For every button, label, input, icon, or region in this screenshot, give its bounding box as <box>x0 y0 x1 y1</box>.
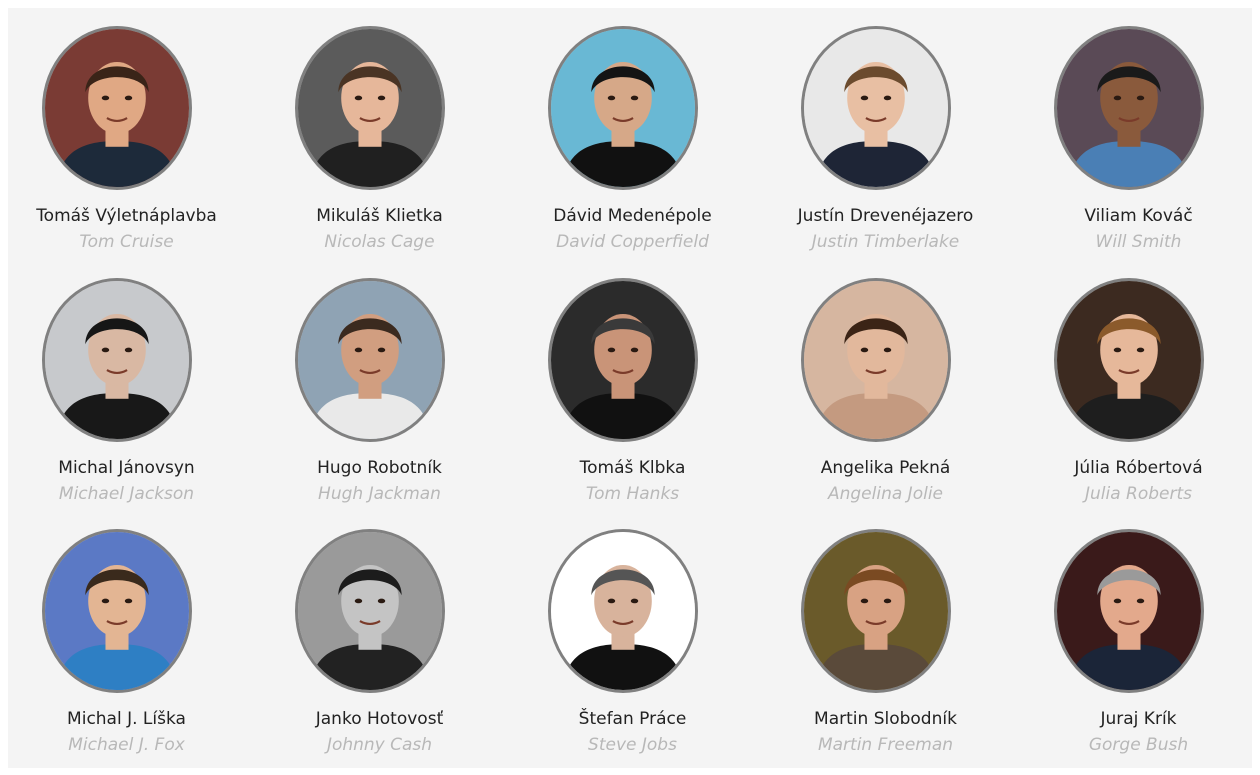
avatar[interactable] <box>548 277 698 442</box>
avatar[interactable] <box>42 277 192 442</box>
person-name: Justín Drevenéjazero <box>797 206 974 226</box>
original-name: Michael J. Fox <box>68 735 185 755</box>
original-name: Martin Freeman <box>817 735 954 755</box>
person-name: Angelika Pekná <box>820 457 951 478</box>
person-card[interactable]: Mikuláš Klietka Nicolas Cage <box>261 8 514 260</box>
avatar[interactable] <box>548 26 698 190</box>
person-name: Tomáš Výletnáplavba <box>36 206 217 226</box>
portrait-icon <box>804 280 948 439</box>
portrait-icon <box>298 280 442 439</box>
original-name: Will Smith <box>1095 232 1182 252</box>
original-name: Nicolas Cage <box>324 232 435 252</box>
original-name: David Copperfield <box>556 232 709 252</box>
person-card[interactable]: Hugo Robotník Hugh Jackman <box>261 260 514 512</box>
person-name: Janko Hotovosť <box>315 709 444 729</box>
person-name: Štefan Práce <box>578 709 687 729</box>
portrait-icon <box>804 532 948 690</box>
original-name: Tom Cruise <box>79 232 174 252</box>
person-card[interactable]: Janko Hotovosť Johnny Cash <box>261 511 514 763</box>
avatar[interactable] <box>42 529 192 693</box>
person-name: Michal J. Líška <box>67 709 186 729</box>
avatar[interactable] <box>295 529 445 693</box>
portrait-icon <box>551 29 695 187</box>
original-name: Johnny Cash <box>326 735 433 755</box>
portrait-icon <box>1057 280 1201 439</box>
portrait-icon <box>1057 532 1201 690</box>
person-card[interactable]: Dávid Medenépole David Copperfield <box>514 8 767 260</box>
original-name: Michael Jackson <box>58 483 195 504</box>
person-name: Viliam Kováč <box>1084 206 1193 226</box>
portrait-icon <box>298 532 442 690</box>
original-name: Justin Timberlake <box>811 232 960 252</box>
avatar[interactable] <box>801 529 951 693</box>
person-name: Hugo Robotník <box>317 457 442 478</box>
portrait-icon <box>1057 29 1201 187</box>
original-name: Julia Roberts <box>1084 483 1193 504</box>
person-name: Martin Slobodník <box>814 709 957 729</box>
person-card[interactable]: Viliam Kováč Will Smith <box>1020 8 1260 260</box>
person-name: Júlia Róbertová <box>1074 457 1203 478</box>
person-card[interactable]: Justín Drevenéjazero Justin Timberlake <box>767 8 1020 260</box>
portrait-icon <box>551 532 695 690</box>
person-card[interactable]: Tomáš Výletnáplavba Tom Cruise <box>8 8 261 260</box>
original-name: Tom Hanks <box>585 483 680 504</box>
portrait-icon <box>45 29 189 187</box>
person-name: Mikuláš Klietka <box>316 206 443 226</box>
original-name: Angelina Jolie <box>827 483 943 504</box>
person-name: Dávid Medenépole <box>553 206 712 226</box>
portrait-icon <box>298 29 442 187</box>
original-name: Steve Jobs <box>588 735 677 755</box>
person-card[interactable]: Štefan Práce Steve Jobs <box>514 511 767 763</box>
original-name: Gorge Bush <box>1088 735 1189 755</box>
avatar[interactable] <box>548 529 698 693</box>
avatar[interactable] <box>1054 529 1204 693</box>
portrait-icon <box>45 280 189 439</box>
portrait-icon <box>45 532 189 690</box>
person-name: Tomáš Klbka <box>579 457 686 478</box>
celebrity-grid-panel: Tomáš Výletnáplavba Tom Cruise Mikuláš Kli… <box>8 8 1252 768</box>
person-card[interactable]: Martin Slobodník Martin Freeman <box>767 511 1020 763</box>
person-card[interactable]: Angelika Pekná Angelina Jolie <box>767 260 1020 512</box>
avatar[interactable] <box>1054 277 1204 442</box>
person-name: Michal Jánovsyn <box>58 457 195 478</box>
person-card[interactable]: Michal J. Líška Michael J. Fox <box>8 511 261 763</box>
portrait-icon <box>804 29 948 187</box>
person-card[interactable]: Tomáš Klbka Tom Hanks <box>514 260 767 512</box>
person-name: Juraj Krík <box>1100 709 1177 729</box>
original-name: Hugh Jackman <box>318 483 441 504</box>
portrait-icon <box>551 280 695 439</box>
avatar[interactable] <box>295 26 445 190</box>
avatar[interactable] <box>801 26 951 190</box>
avatar[interactable] <box>295 277 445 442</box>
avatar[interactable] <box>1054 26 1204 190</box>
avatar[interactable] <box>801 277 951 442</box>
avatar[interactable] <box>42 26 192 190</box>
person-card[interactable]: Juraj Krík Gorge Bush <box>1020 511 1260 763</box>
celebrity-grid: Tomáš Výletnáplavba Tom Cruise Mikuláš Kli… <box>8 8 1252 768</box>
person-card[interactable]: Michal Jánovsyn Michael Jackson <box>8 260 261 512</box>
person-card[interactable]: Júlia Róbertová Julia Roberts <box>1020 260 1260 512</box>
